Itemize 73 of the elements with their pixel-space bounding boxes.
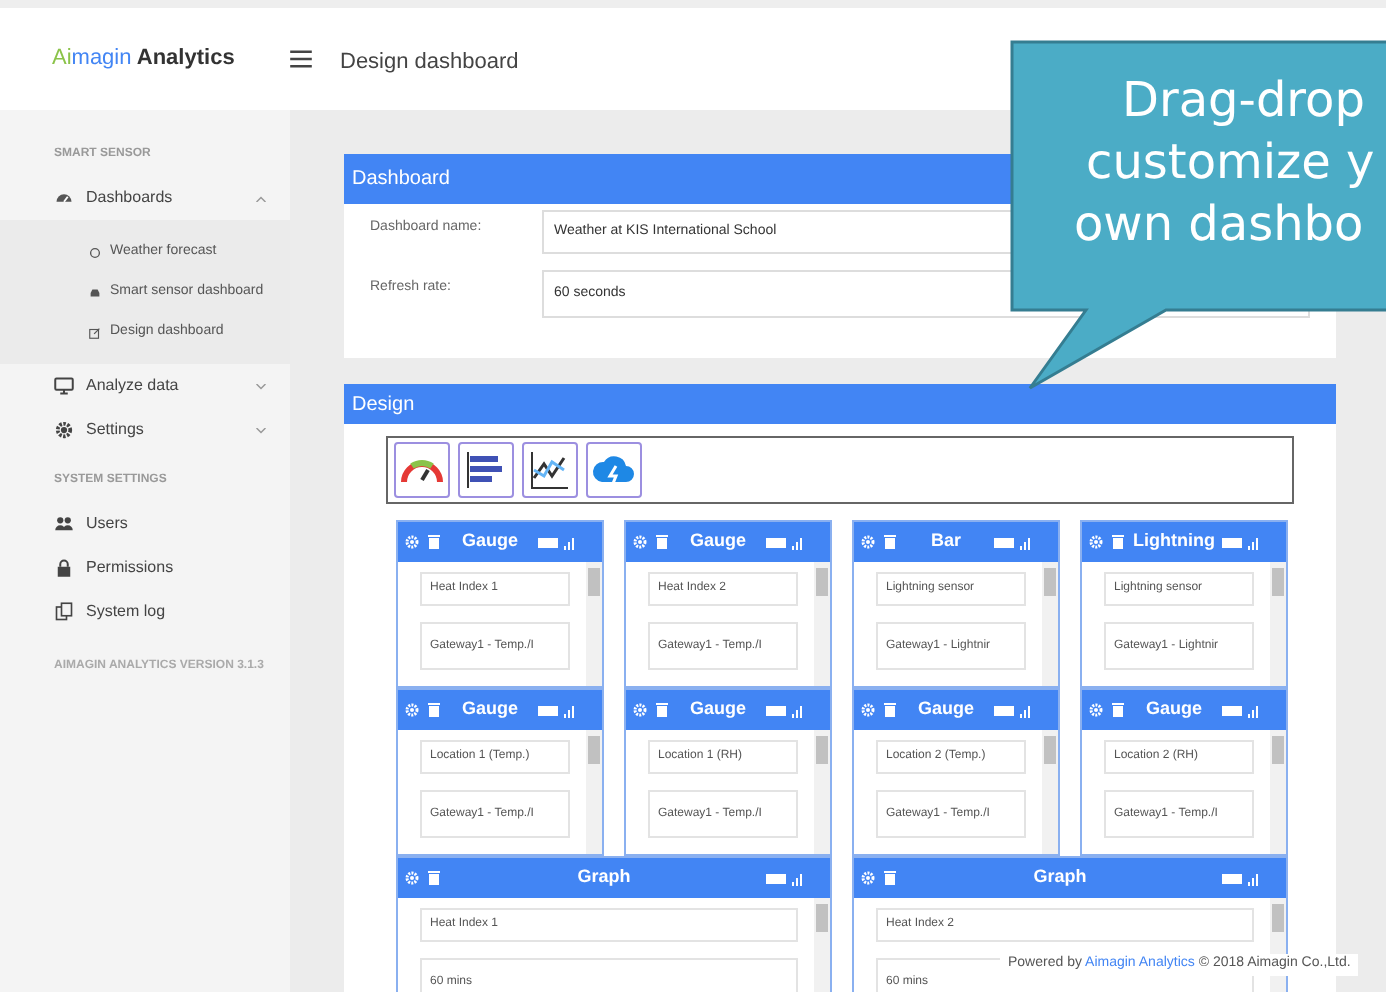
palette-tile[interactable] [522,442,578,498]
settings-icon[interactable] [404,870,420,886]
scrollbar[interactable] [814,898,830,992]
battery-signal-icon [1222,701,1262,719]
trash-icon[interactable] [426,534,442,550]
sidebar-item[interactable]: Permissions [0,546,290,590]
sidebar-item[interactable]: Settings [0,408,290,452]
gear-icon [54,420,74,440]
page-title: Design dashboard [340,49,519,73]
widget-title: Gauge [1143,696,1204,723]
scrollbar[interactable] [586,562,602,686]
edit-icon [88,325,102,339]
trash-icon[interactable] [882,534,898,550]
settings-icon[interactable] [632,534,648,550]
palette-tile[interactable] [586,442,642,498]
widget-title: Bar [928,528,963,555]
battery-signal-icon [1222,869,1262,887]
copy-icon [54,602,74,622]
trash-icon[interactable] [654,702,670,718]
battery-signal-icon [766,869,806,887]
sidebar-item[interactable]: Dashboards [0,176,290,220]
battery-signal-icon [994,701,1034,719]
widget-title: Graph [1031,864,1089,891]
trash-icon[interactable] [1110,534,1126,550]
settings-icon[interactable] [404,534,420,550]
callout-text: Drag-drop [1120,70,1365,132]
trash-icon[interactable] [426,870,442,886]
scrollbar[interactable] [1270,562,1286,686]
panel-header: Design [344,384,1336,424]
scrollbar[interactable] [586,730,602,854]
trash-icon[interactable] [882,870,898,886]
trash-icon[interactable] [654,534,670,550]
scrollbar[interactable] [1042,562,1058,686]
menu-icon[interactable] [290,50,312,68]
monitor-icon [54,376,74,396]
widget-title: Gauge [687,696,748,723]
widget-title: Gauge [687,528,748,555]
lock-icon [54,558,74,578]
widget-title: Gauge [459,696,520,723]
widget-title: Gauge [915,696,976,723]
sidebar-item[interactable]: Analyze data [0,364,290,408]
users-icon [54,514,74,534]
trash-icon[interactable] [426,702,442,718]
battery-signal-icon [538,701,578,719]
settings-icon[interactable] [1088,702,1104,718]
settings-icon[interactable] [404,702,420,718]
battery-signal-icon [538,533,578,551]
battery-signal-icon [766,701,806,719]
scrollbar[interactable] [1270,730,1286,854]
widget-title: Graph [575,864,633,891]
trash-icon[interactable] [1110,702,1126,718]
settings-icon[interactable] [860,702,876,718]
battery-signal-icon [994,533,1034,551]
circle-icon [88,245,102,259]
scrollbar[interactable] [814,730,830,854]
battery-signal-icon [1222,533,1262,551]
scrollbar[interactable] [814,562,830,686]
trash-icon[interactable] [882,702,898,718]
battery-signal-icon [766,533,806,551]
brand-logo: Aimagin Analytics [52,44,235,75]
palette-tile[interactable] [458,442,514,498]
scrollbar[interactable] [1042,730,1058,854]
palette-tile[interactable] [394,442,450,498]
widget-title: Lightning [1132,528,1216,555]
settings-icon[interactable] [860,534,876,550]
gauge-icon [54,188,74,208]
settings-icon[interactable] [632,702,648,718]
settings-icon[interactable] [1088,534,1104,550]
sidebar-item[interactable]: System log [0,590,290,634]
widget-title: Gauge [459,528,520,555]
settings-icon[interactable] [860,870,876,886]
line-chart-icon [526,446,574,494]
sidebar-item[interactable]: Users [0,502,290,546]
